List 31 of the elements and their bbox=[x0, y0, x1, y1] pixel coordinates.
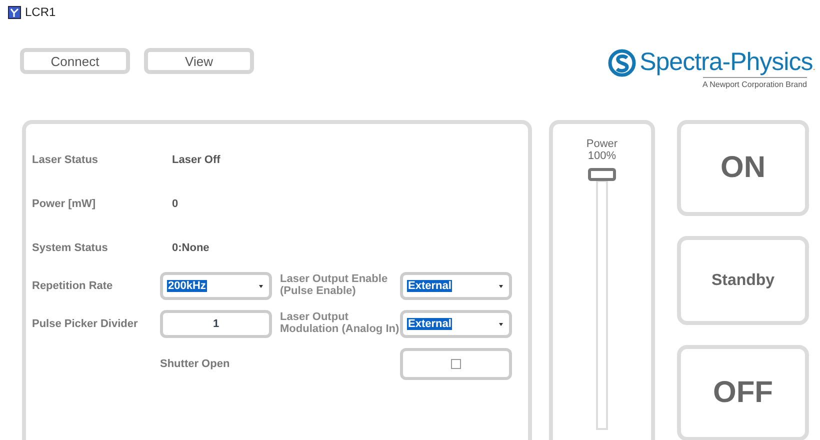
status-label: System Status bbox=[32, 242, 109, 254]
caret-icon bbox=[257, 282, 265, 290]
dropdown[interactable]: External bbox=[400, 272, 512, 300]
dropdown[interactable]: External bbox=[400, 310, 512, 338]
setting-label: Laser Output Enable (Pulse Enable) bbox=[280, 274, 389, 298]
checkbox[interactable] bbox=[451, 359, 461, 369]
dropdown[interactable]: 200kHz bbox=[160, 272, 272, 300]
app-icon bbox=[8, 6, 21, 18]
setting-label: Laser Output Modulation (Analog In) bbox=[280, 312, 400, 336]
caret-icon bbox=[497, 320, 505, 328]
caret-icon bbox=[497, 282, 505, 290]
window-title: LCR1 bbox=[25, 5, 56, 19]
setting-label: Pulse Picker Divider bbox=[32, 318, 139, 330]
toolbar-button[interactable]: View bbox=[144, 48, 254, 74]
action-button[interactable]: Standby bbox=[677, 236, 809, 325]
slider-label: Power 100% bbox=[586, 138, 618, 162]
brand-tagline: A Newport Corporation Brand bbox=[702, 77, 807, 89]
action-button[interactable]: ON bbox=[677, 120, 809, 216]
slider-thumb[interactable] bbox=[588, 168, 616, 182]
status-value: 0 bbox=[172, 198, 180, 210]
status-label: Power [mW] bbox=[32, 198, 97, 210]
number-field[interactable]: 1 bbox=[160, 310, 272, 338]
status-label: Laser Status bbox=[32, 154, 100, 166]
brand-name: Spectra-Physics. bbox=[640, 48, 815, 77]
action-button[interactable]: OFF bbox=[677, 345, 809, 440]
setting-label: Shutter Open bbox=[160, 358, 231, 370]
setting-label: Repetition Rate bbox=[32, 280, 114, 292]
status-value: 0:None bbox=[172, 242, 210, 254]
toolbar-button[interactable]: Connect bbox=[20, 48, 130, 74]
logo-icon bbox=[608, 48, 636, 76]
status-value: Laser Off bbox=[172, 154, 222, 166]
